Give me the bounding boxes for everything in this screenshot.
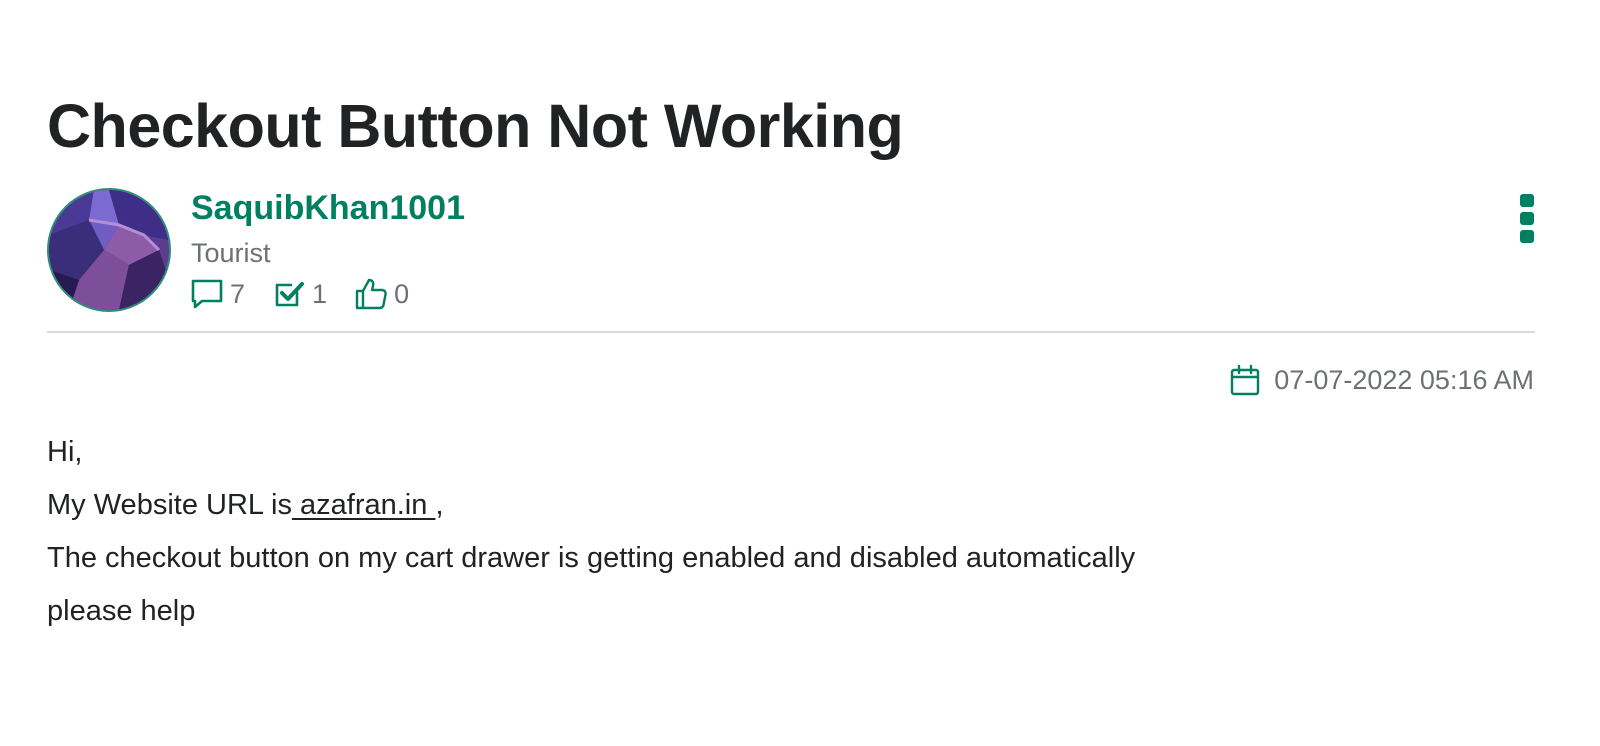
post-title: Checkout Button Not Working [47,92,904,160]
messages-count: 7 [230,279,246,309]
website-link[interactable]: azafran.in [292,489,435,521]
author-stats: 7 1 0 [189,274,409,314]
thumbs-up-icon [353,276,389,312]
post-body: Hi, My Website URL is azafran.in , The c… [47,426,1527,638]
author-name-link[interactable]: SaquibKhan1001 [191,186,465,230]
body-line: The checkout button on my cart drawer is… [47,542,1136,574]
avatar-image [49,190,169,310]
body-line: please help [47,595,196,627]
header-divider [47,331,1535,333]
calendar-icon [1228,363,1262,397]
post-date-text: 07-07-2022 05:16 AM [1274,365,1534,395]
kudos-stat[interactable]: 0 [353,276,409,312]
author-avatar[interactable] [47,188,171,312]
post-date: 07-07-2022 05:16 AM [1228,360,1534,400]
body-url-suffix: , [435,489,444,521]
body-url-prefix: My Website URL is [47,489,292,521]
solutions-stat[interactable]: 1 [271,276,327,312]
body-line: Hi, [47,436,83,468]
kebab-menu-icon [1520,194,1534,243]
post-options-menu-button[interactable] [1512,190,1542,246]
messages-stat[interactable]: 7 [189,276,245,312]
author-rank: Tourist [191,238,271,268]
solutions-count: 1 [312,279,328,309]
check-box-icon [271,276,307,312]
kudos-count: 0 [394,279,410,309]
body-line-url: My Website URL is azafran.in , [47,479,1527,532]
speech-bubble-icon [189,276,225,312]
